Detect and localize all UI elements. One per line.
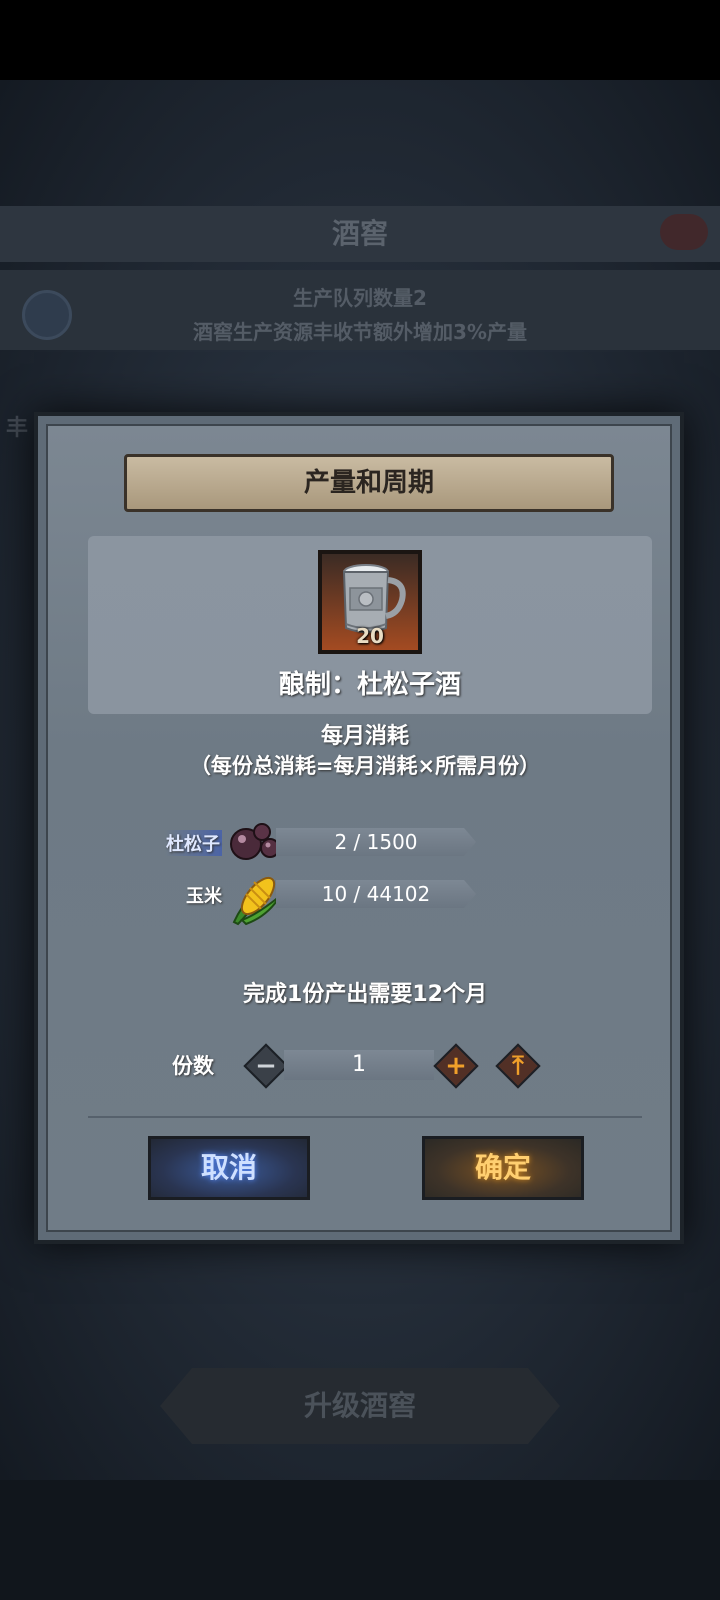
- background-title: 酒窖: [0, 206, 720, 262]
- plus-icon: +: [445, 1051, 467, 1081]
- background-close-icon: [660, 214, 708, 250]
- resource-row-juniper: 杜松子 2 / 1500: [48, 822, 682, 866]
- quantity-label: 份数: [172, 1054, 214, 1078]
- resource-name: 杜松子: [164, 830, 222, 856]
- monthly-consumption-title: 每月消耗: [320, 724, 409, 749]
- production-time-text: 完成1份产出需要12个月: [243, 982, 487, 1007]
- background-side-label: 丰: [6, 416, 29, 441]
- background-info-line2: 酒窖生产资源丰收节额外增加3%产量: [193, 320, 527, 344]
- resource-amount-bar: 10 / 44102: [276, 880, 476, 908]
- consumption-formula-note: （每份总消耗=每月消耗×所需月份）: [189, 754, 541, 778]
- dialog-title: 产量和周期: [124, 454, 614, 512]
- increase-button[interactable]: +: [433, 1043, 479, 1089]
- item-name: 酿制：杜松子酒: [278, 670, 461, 700]
- status-bar: [0, 0, 720, 80]
- cancel-button[interactable]: 取消: [148, 1136, 310, 1200]
- divider: [88, 1116, 642, 1118]
- background-info: 生产队列数量2 酒窖生产资源丰收节额外增加3%产量: [0, 270, 720, 350]
- bottom-bar: [0, 1480, 720, 1600]
- decrease-button[interactable]: −: [243, 1043, 289, 1089]
- background-info-line1: 生产队列数量2: [293, 286, 427, 310]
- production-dialog: 产量和周期 20 酿制：杜松子酒 每月消耗 （每份总消耗=每月消耗×所需月份） …: [34, 412, 684, 1244]
- upgrade-cellar-button: 升级酒窖: [160, 1368, 560, 1444]
- quantity-input[interactable]: 1: [284, 1050, 434, 1080]
- dialog-body: 产量和周期 20 酿制：杜松子酒 每月消耗 （每份总消耗=每月消耗×所需月份） …: [46, 424, 672, 1232]
- item-count: 20: [356, 624, 384, 648]
- item-slot[interactable]: 20: [318, 550, 422, 654]
- resource-name: 玉米: [186, 886, 222, 907]
- minus-icon: −: [255, 1051, 277, 1081]
- item-panel: 20 酿制：杜松子酒: [88, 536, 652, 714]
- confirm-button[interactable]: 确定: [422, 1136, 584, 1200]
- quantity-stepper: 份数 − 1 + ⤒: [48, 1036, 682, 1096]
- max-arrow-icon: ⤒: [512, 1051, 524, 1081]
- background-gear-icon: [22, 290, 72, 340]
- max-button[interactable]: ⤒: [495, 1043, 541, 1089]
- resource-row-corn: 玉米 10 / 44102: [48, 874, 682, 926]
- resource-amount-bar: 2 / 1500: [276, 828, 476, 856]
